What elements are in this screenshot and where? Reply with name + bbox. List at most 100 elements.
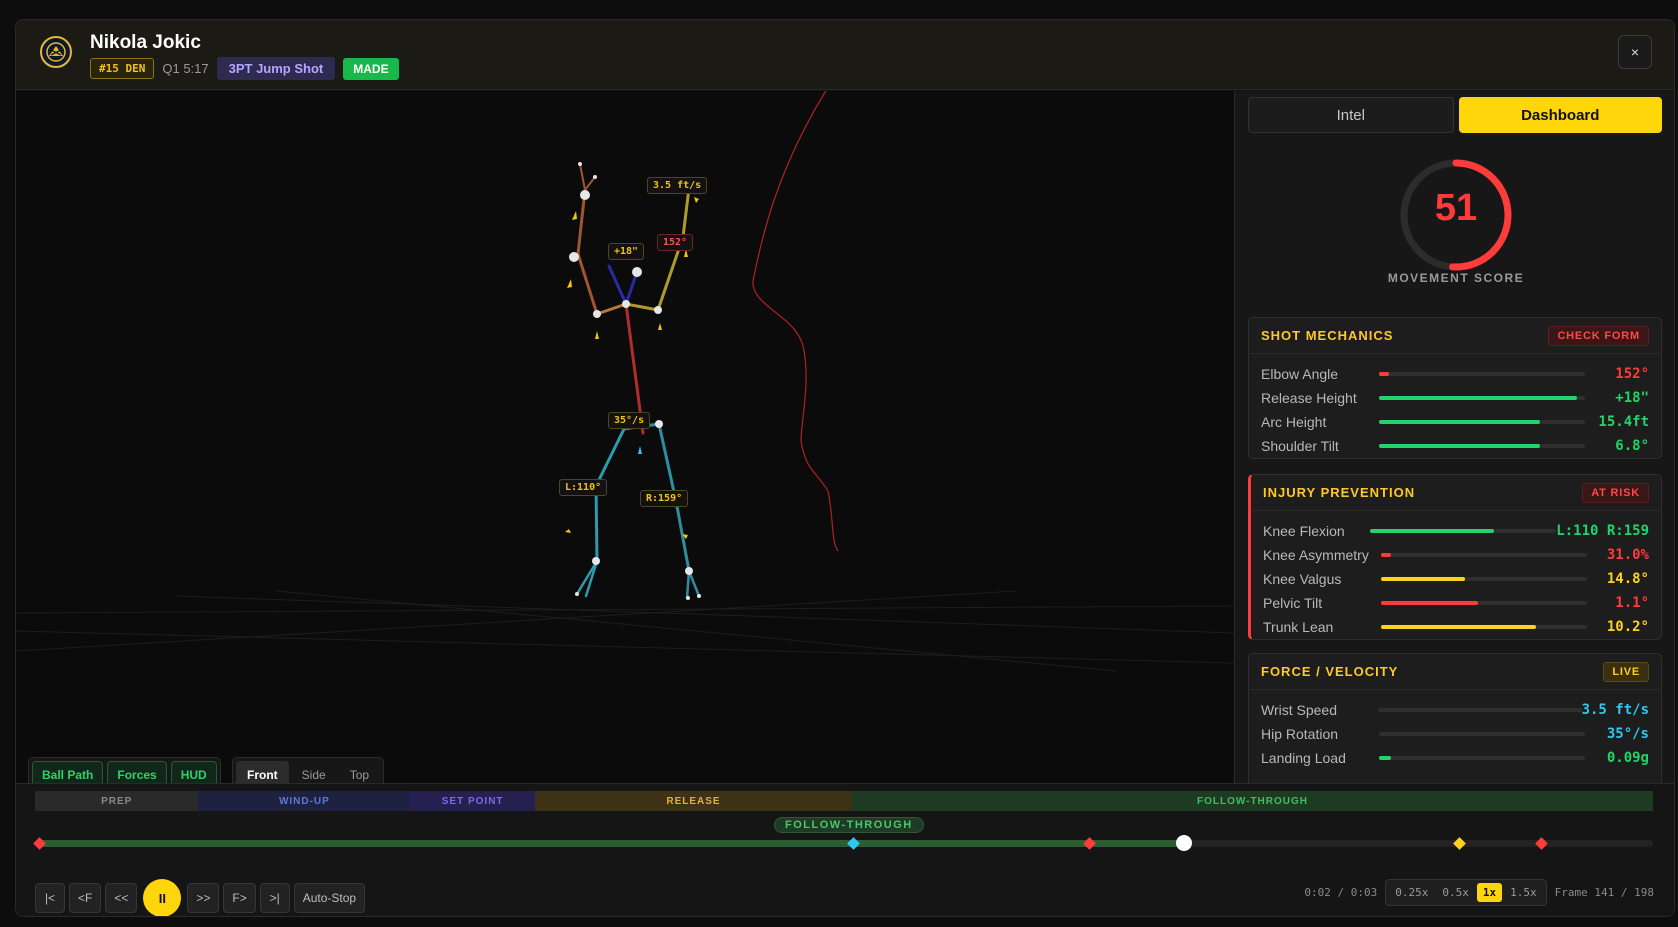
speed-1-button[interactable]: 1x bbox=[1476, 883, 1503, 902]
metric-value: 35°/s bbox=[1606, 726, 1649, 742]
metric-value: 31.0% bbox=[1606, 547, 1649, 563]
card-title: FORCE / VELOCITY bbox=[1261, 664, 1399, 679]
playback-controls: |< <F << II >> F> >| Auto-Stop bbox=[35, 879, 366, 916]
game-clock: Q1 5:17 bbox=[162, 61, 209, 76]
left-knee-tag: L:110° bbox=[559, 479, 608, 496]
playback-info: 0:02 / 0:03 0.25x 0.5x 1x 1.5x Frame 141… bbox=[1304, 879, 1654, 906]
auto-stop-button[interactable]: Auto-Stop bbox=[293, 883, 366, 913]
metric-label: Knee Asymmetry bbox=[1263, 547, 1369, 563]
injury-prevention-card: INJURY PREVENTION AT RISK Knee Flexion L:… bbox=[1248, 474, 1662, 640]
current-phase-label: FOLLOW-THROUGH bbox=[774, 817, 924, 833]
metric-row: Wrist Speed 3.5 ft/s bbox=[1261, 698, 1649, 722]
phase-segment[interactable]: SET POINT bbox=[410, 791, 535, 811]
metric-row: Landing Load 0.09g bbox=[1261, 746, 1649, 770]
speed-05-button[interactable]: 0.5x bbox=[1436, 883, 1475, 902]
phase-segment[interactable]: PREP bbox=[35, 791, 199, 811]
shot-mechanics-rows: Elbow Angle 152° Release Height +18" Arc Hei… bbox=[1249, 354, 1661, 458]
metric-bar bbox=[1381, 625, 1587, 629]
jump-start-button[interactable]: |< bbox=[35, 883, 65, 913]
metric-value: 10.2° bbox=[1606, 619, 1649, 635]
score-value: 51 bbox=[1434, 187, 1478, 229]
metric-label: Wrist Speed bbox=[1261, 702, 1337, 718]
phase-segment[interactable]: WIND-UP bbox=[198, 791, 411, 811]
phase-segment[interactable]: RELEASE bbox=[534, 791, 853, 811]
live-badge: LIVE bbox=[1603, 661, 1649, 682]
metric-value: 0.09g bbox=[1606, 750, 1649, 766]
movement-score: 51 MOVEMENT SCORE bbox=[1235, 157, 1674, 287]
metric-row: Elbow Angle 152° bbox=[1261, 362, 1649, 386]
metric-bar bbox=[1379, 732, 1585, 736]
phase-segment[interactable]: FOLLOW-THROUGH bbox=[852, 791, 1653, 811]
scrubber[interactable] bbox=[33, 835, 1653, 851]
metric-label: Elbow Angle bbox=[1261, 366, 1339, 382]
metric-label: Release Height bbox=[1261, 390, 1357, 406]
view-side-button[interactable]: Side bbox=[291, 761, 337, 783]
close-button[interactable]: × bbox=[1618, 35, 1652, 69]
metric-value: 152° bbox=[1615, 366, 1649, 382]
metric-bar-fill bbox=[1369, 529, 1494, 533]
wrist-speed-tag: 3.5 ft/s bbox=[647, 177, 708, 194]
shot-meta: #15 DEN Q1 5:17 3PT Jump Shot MADE bbox=[90, 57, 399, 80]
metric-row: Knee Valgus 14.8° bbox=[1263, 567, 1649, 591]
rewind-button[interactable]: << bbox=[105, 883, 138, 913]
modal-header: Nikola Jokic #15 DEN Q1 5:17 3PT Jump Sh… bbox=[16, 20, 1674, 90]
speed-025-button[interactable]: 0.25x bbox=[1389, 883, 1434, 902]
metric-row: Arc Height 15.4ft bbox=[1261, 410, 1649, 434]
playhead-handle[interactable] bbox=[1175, 835, 1192, 851]
speed-selector: 0.25x 0.5x 1x 1.5x bbox=[1385, 879, 1547, 906]
prev-frame-button[interactable]: <F bbox=[69, 883, 102, 913]
phase-bar: PREP WIND-UP SET POINT RELEASE FOLLOW-THROUG… bbox=[35, 791, 1653, 811]
metric-bar-fill bbox=[1381, 601, 1478, 605]
metric-label: Pelvic Tilt bbox=[1263, 595, 1323, 611]
metric-row: Shoulder Tilt 6.8° bbox=[1261, 434, 1649, 458]
metric-value: 1.1° bbox=[1615, 595, 1649, 611]
ball-path-toggle[interactable]: Ball Path bbox=[32, 761, 104, 783]
metric-label: Trunk Lean bbox=[1263, 619, 1334, 635]
metric-bar bbox=[1381, 577, 1587, 581]
ground-grid bbox=[16, 590, 1234, 672]
right-knee-tag: R:159° bbox=[640, 490, 689, 507]
view-top-button[interactable]: Top bbox=[339, 761, 380, 783]
metric-value: 6.8° bbox=[1615, 438, 1649, 454]
next-frame-button[interactable]: F> bbox=[223, 883, 256, 913]
metric-bar-fill bbox=[1379, 372, 1389, 376]
pause-button[interactable]: II bbox=[143, 879, 182, 916]
tab-intel[interactable]: Intel bbox=[1248, 97, 1454, 133]
metric-bar bbox=[1379, 420, 1585, 424]
hud-toggle[interactable]: HUD bbox=[170, 761, 217, 783]
skeleton-viewport[interactable]: 3.5 ft/s 152° +18" 35°/s L:110° R:159° B… bbox=[16, 91, 1234, 783]
time-readout: 0:02 / 0:03 bbox=[1304, 886, 1378, 899]
camera-view-selector: Front Side Top bbox=[232, 757, 385, 783]
player-name: Nikola Jokic bbox=[90, 32, 201, 53]
metric-label: Knee Flexion bbox=[1263, 523, 1345, 539]
metric-bar-fill bbox=[1381, 577, 1465, 581]
shot-result-badge: MADE bbox=[343, 57, 399, 80]
forces-toggle[interactable]: Forces bbox=[107, 761, 167, 783]
force-velocity-rows: Wrist Speed 3.5 ft/s Hip Rotation 35°/s Land… bbox=[1249, 690, 1661, 770]
metric-bar bbox=[1379, 756, 1585, 760]
shot-analysis-modal: Nikola Jokic #15 DEN Q1 5:17 3PT Jump Sh… bbox=[15, 19, 1675, 917]
metric-value: +18" bbox=[1615, 390, 1649, 406]
injury-prevention-header: INJURY PREVENTION AT RISK bbox=[1251, 475, 1661, 511]
fast-forward-button[interactable]: >> bbox=[187, 883, 220, 913]
metric-label: Shoulder Tilt bbox=[1261, 438, 1339, 454]
skeleton-canvas bbox=[16, 91, 1234, 672]
panel-tabs: Intel Dashboard bbox=[1248, 97, 1662, 133]
metric-row: Pelvic Tilt 1.1° bbox=[1263, 591, 1649, 615]
score-label: MOVEMENT SCORE bbox=[1387, 271, 1525, 285]
ball-path bbox=[752, 91, 839, 552]
skeleton bbox=[575, 163, 701, 600]
metric-label: Landing Load bbox=[1261, 750, 1346, 766]
metric-row: Hip Rotation 35°/s bbox=[1261, 722, 1649, 746]
view-front-button[interactable]: Front bbox=[236, 761, 289, 783]
shot-mechanics-header: SHOT MECHANICS CHECK FORM bbox=[1249, 318, 1661, 354]
metric-bar bbox=[1379, 396, 1585, 400]
jump-end-button[interactable]: >| bbox=[259, 883, 290, 913]
metric-bar bbox=[1379, 372, 1585, 376]
elbow-angle-tag: 152° bbox=[657, 234, 694, 251]
overlay-toggles: Ball Path Forces HUD bbox=[28, 757, 221, 783]
tab-dashboard[interactable]: Dashboard bbox=[1458, 97, 1662, 133]
speed-15-button[interactable]: 1.5x bbox=[1504, 883, 1543, 902]
pause-icon: II bbox=[158, 890, 166, 906]
analysis-panel: Intel Dashboard 51 MOVEMENT SCORE SHOT M… bbox=[1234, 91, 1674, 783]
